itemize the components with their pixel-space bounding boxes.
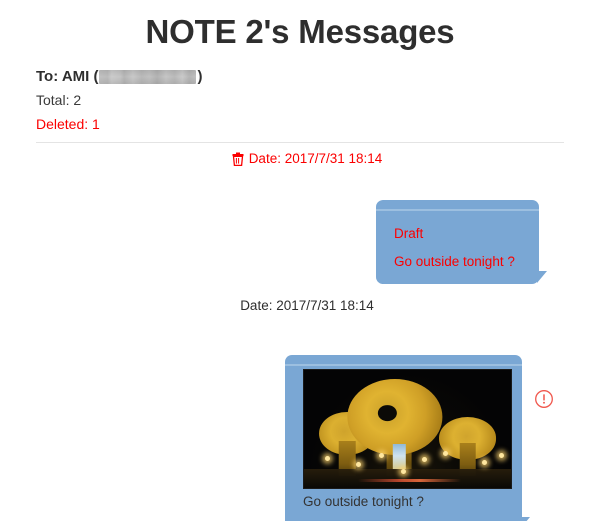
trash-icon[interactable] [232,152,244,166]
photo-lamp [378,452,384,458]
message-1-date-row: Date: 2017/7/31 18:14 [0,150,600,168]
message-1-date: Date: 2017/7/31 18:14 [248,151,383,166]
message-bubble-draft[interactable]: Draft Go outside tonight ? [376,200,547,284]
photo-ground-streak [357,479,462,483]
message-1-body: Go outside tonight ? [394,254,515,269]
recipient-line: To: AMI () [36,66,576,87]
redacted-phone-number [99,69,197,84]
message-2-date-row: Date: 2017/7/31 18:14 [0,297,600,315]
message-2-date: Date: 2017/7/31 18:14 [240,298,374,313]
message-viewer-page: NOTE 2's Messages To: AMI () Total: 2 De… [0,0,600,521]
photo-lamp [355,462,361,468]
message-attachment-photo[interactable] [303,369,512,489]
message-2-caption: Go outside tonight ? [303,494,424,509]
message-item-2[interactable]: Date: 2017/7/31 18:14 Go outside tonight… [0,297,600,521]
draft-status-label: Draft [394,226,424,241]
photo-lamp [498,452,504,458]
bubble-header-strip [285,364,522,366]
page-title: NOTE 2's Messages [145,13,455,50]
message-bubble-image[interactable]: Go outside tonight ? [285,355,530,521]
deleted-count: Deleted: 1 [36,116,100,132]
photo-lamp [324,456,330,462]
total-count: Total: 2 [36,92,82,108]
bubble-header-strip [376,209,539,211]
header-divider [36,142,564,143]
warning-circle-icon[interactable] [534,389,554,409]
conversation-meta: To: AMI () Total: 2 Deleted: 1 [36,66,576,135]
photo-lamp [482,459,488,465]
recipient-close-paren: ) [197,68,203,85]
message-item-1[interactable]: Date: 2017/7/31 18:14 Draft Go outside t… [0,150,600,284]
recipient-label: To: AMI ( [36,68,99,85]
photo-doorway-light [393,444,406,471]
